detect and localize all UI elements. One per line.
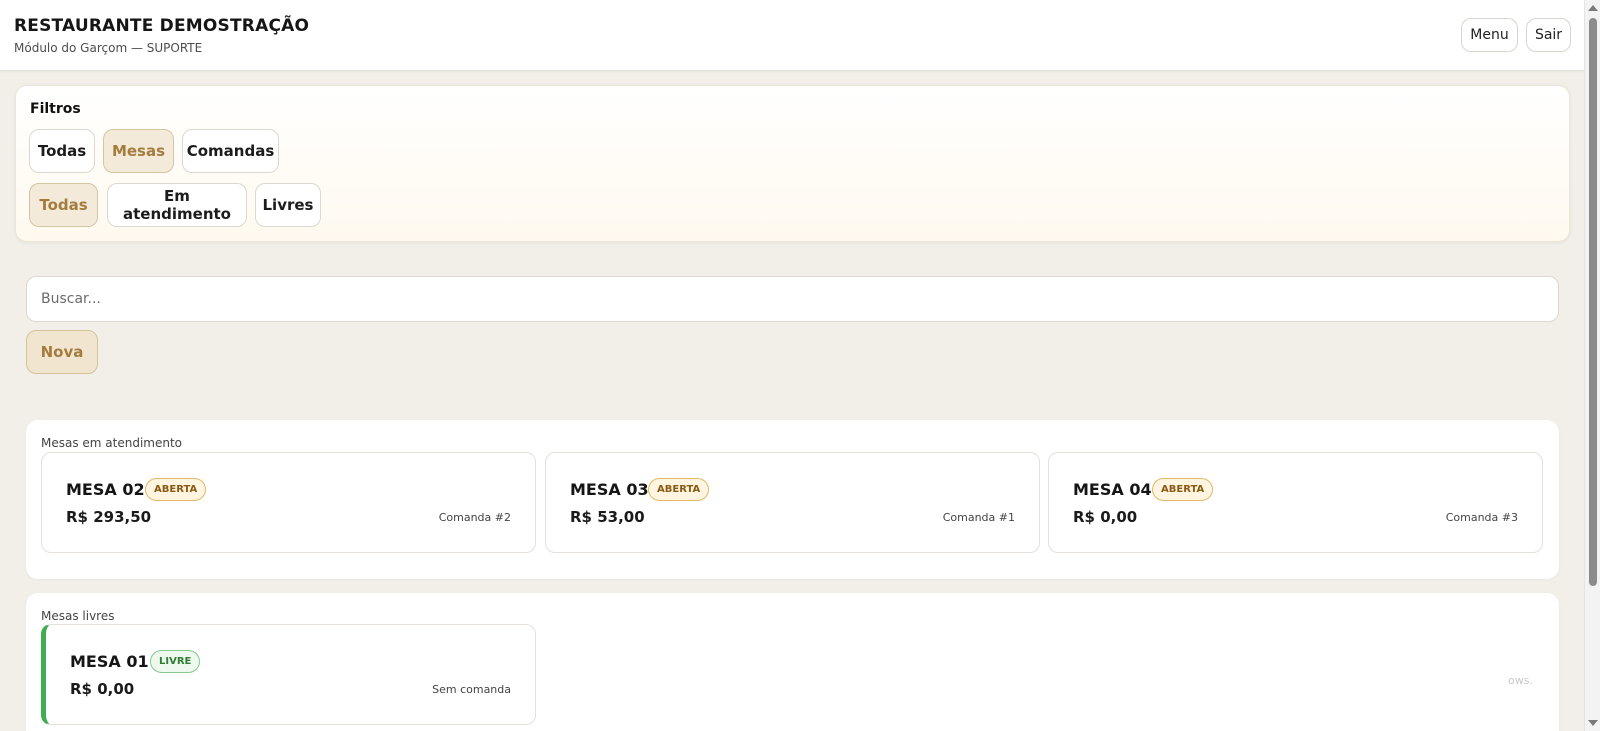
table-name: MESA 02 bbox=[66, 480, 145, 499]
table-total: R$ 0,00 bbox=[70, 680, 135, 698]
table-card[interactable]: MESA 04 ABERTA R$ 0,00 Comanda #3 bbox=[1048, 452, 1543, 553]
table-card[interactable]: MESA 02 ABERTA R$ 293,50 Comanda #2 bbox=[41, 452, 536, 553]
status-filter-all[interactable]: Todas bbox=[29, 183, 98, 227]
top-bar: RESTAURANTE DEMOSTRAÇÃO Módulo do Garçom… bbox=[0, 0, 1584, 71]
type-filter-all[interactable]: Todas bbox=[29, 129, 95, 173]
status-badge: ABERTA bbox=[145, 478, 207, 501]
scroll-up-icon[interactable] bbox=[1588, 5, 1598, 11]
type-filter-tables[interactable]: Mesas bbox=[103, 129, 174, 173]
table-name: MESA 03 bbox=[570, 480, 649, 499]
table-total: R$ 0,00 bbox=[1073, 508, 1138, 526]
new-button[interactable]: Nova bbox=[26, 330, 98, 374]
table-name: MESA 04 bbox=[1073, 480, 1152, 499]
status-filter-free[interactable]: Livres bbox=[255, 183, 321, 227]
status-badge: ABERTA bbox=[1152, 478, 1214, 501]
section-title: Mesas em atendimento bbox=[41, 436, 183, 450]
module-subtitle: Módulo do Garçom — SUPORTE bbox=[14, 41, 203, 55]
tab-reference: Sem comanda bbox=[432, 683, 511, 696]
filters-panel: Filtros Todas Mesas Comandas Todas Em at… bbox=[15, 85, 1570, 242]
status-badge: ABERTA bbox=[648, 478, 710, 501]
table-card[interactable]: MESA 03 ABERTA R$ 53,00 Comanda #1 bbox=[545, 452, 1040, 553]
filters-title: Filtros bbox=[30, 101, 81, 117]
free-tables-section: Mesas livres MESA 01 LIVRE R$ 0,00 Sem c… bbox=[26, 593, 1559, 731]
logout-button[interactable]: Sair bbox=[1526, 18, 1571, 52]
busy-tables-section: Mesas em atendimento MESA 02 ABERTA R$ 2… bbox=[26, 420, 1559, 579]
type-filter-tabs[interactable]: Comandas bbox=[182, 129, 279, 173]
table-name: MESA 01 bbox=[70, 652, 149, 671]
vertical-scrollbar[interactable] bbox=[1584, 0, 1600, 731]
status-filter-in-service[interactable]: Em atendimento bbox=[107, 183, 247, 227]
watermark-text: ows. bbox=[1508, 674, 1533, 687]
tab-reference: Comanda #1 bbox=[942, 511, 1015, 524]
search-input[interactable] bbox=[26, 276, 1559, 322]
table-total: R$ 53,00 bbox=[570, 508, 645, 526]
menu-button[interactable]: Menu bbox=[1461, 18, 1518, 52]
scroll-thumb[interactable] bbox=[1589, 18, 1597, 586]
table-total: R$ 293,50 bbox=[66, 508, 152, 526]
section-title: Mesas livres bbox=[41, 609, 115, 623]
tab-reference: Comanda #2 bbox=[438, 511, 511, 524]
table-card[interactable]: MESA 01 LIVRE R$ 0,00 Sem comanda bbox=[41, 624, 536, 725]
restaurant-name: RESTAURANTE DEMOSTRAÇÃO bbox=[14, 16, 310, 36]
status-badge: LIVRE bbox=[150, 650, 201, 673]
scroll-down-icon[interactable] bbox=[1588, 720, 1598, 726]
tab-reference: Comanda #3 bbox=[1445, 511, 1518, 524]
